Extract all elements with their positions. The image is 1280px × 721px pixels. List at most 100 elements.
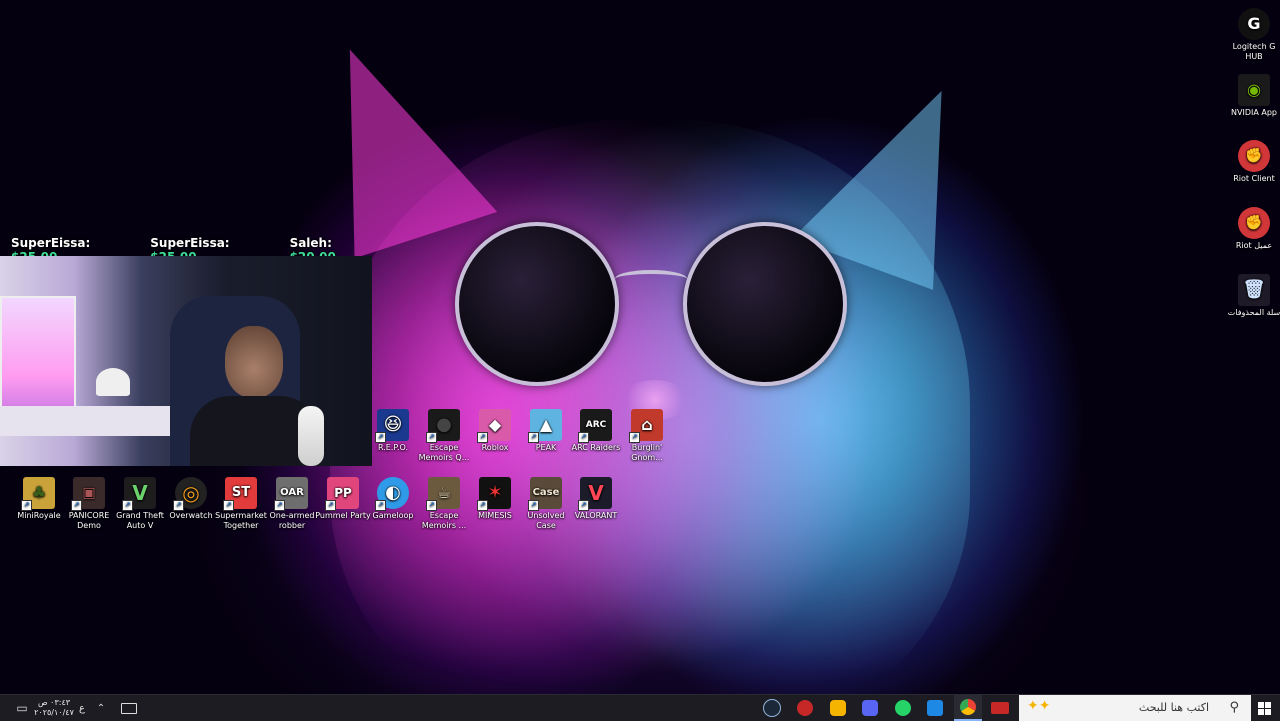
taskbar-search-box[interactable]: ✦✦ اكتب هنا للبحث ⚲: [1019, 695, 1251, 721]
desktop-icon-label: Burglin' Gnom...: [631, 443, 663, 462]
whatsapp-icon: [895, 700, 911, 716]
desktop-icon-label: Riot عميل: [1235, 241, 1273, 250]
sparkle-icon: ✦✦: [1027, 698, 1051, 714]
escape-memoirs-mug-icon: ☕ ↗: [426, 477, 460, 511]
desktop-icon-label: Escape Memoirs Q...: [418, 443, 470, 462]
desktop-icon-logitech-g-hub[interactable]: G Logitech G HUB: [1229, 8, 1279, 62]
desktop-icon-burglin-gnomes[interactable]: ⌂ ↗ Burglin' Gnom...: [622, 409, 672, 463]
desktop-icon-unsolved-case[interactable]: Case ↗ Unsolved Case: [521, 477, 571, 531]
shortcut-arrow-icon: ↗: [223, 500, 234, 511]
clock-date: ٢٠٢٥/١٠/٤٧: [34, 708, 74, 717]
desktop-icon-panicore-demo[interactable]: ▣ ↗ PANICORE Demo: [64, 477, 114, 531]
chrome-icon: [960, 699, 976, 715]
notification-center-button[interactable]: ▭: [12, 695, 32, 721]
shortcut-arrow-icon: ↗: [477, 432, 488, 443]
desktop-icon-label: PANICORE Demo: [68, 511, 110, 530]
supermarket-together-icon: ST ↗: [223, 477, 257, 511]
desktop-icon-gta-v[interactable]: V ↗ Grand Theft Auto V: [115, 477, 165, 531]
arc-raiders-icon: ARC ↗: [578, 409, 612, 443]
desktop-icon-escape-memoirs-q[interactable]: ● ↗ Escape Memoirs Q...: [419, 409, 469, 463]
shortcut-arrow-icon: ↗: [426, 500, 437, 511]
desktop-icon-overwatch[interactable]: ◎ ↗ Overwatch: [166, 477, 216, 521]
taskbar-app-discord-alt[interactable]: [824, 695, 852, 721]
desktop-icon-one-armed-robber[interactable]: OAR ↗ One-armed robber: [267, 477, 317, 531]
keyboard-icon: [121, 702, 137, 714]
escape-memoirs-icon: ● ↗: [426, 409, 460, 443]
taskbar-app-steam[interactable]: [758, 695, 786, 721]
shortcut-arrow-icon: ↗: [173, 500, 184, 511]
touch-keyboard-button[interactable]: [118, 695, 140, 721]
desktop-icon-roblox[interactable]: ◆ ↗ Roblox: [470, 409, 520, 453]
taskbar-app-whatsapp[interactable]: [889, 695, 917, 721]
peak-icon: ▲ ↗: [528, 409, 562, 443]
shortcut-arrow-icon: ↗: [426, 432, 437, 443]
panicore-icon: ▣ ↗: [71, 477, 105, 511]
desktop-icon-label: One-armed robber: [269, 511, 315, 530]
desktop-icon-recycle-bin[interactable]: 🗑 سلة المحذوفات: [1227, 274, 1280, 318]
input-language-button[interactable]: ع: [74, 695, 90, 721]
shortcut-arrow-icon: ↗: [21, 500, 32, 511]
sunglasses-right-lens: [683, 222, 847, 386]
desktop-icon-label: سلة المحذوفات: [1227, 308, 1280, 317]
desktop-icon-riot-client-ar[interactable]: ✊ Riot عميل: [1229, 207, 1279, 251]
taskbar: ▭ ٠٣:٤٣ ص ٢٠٢٥/١٠/٤٧ ع ⌃ ✦✦ اكتب هنا للب…: [0, 694, 1280, 721]
steam-icon: [763, 699, 781, 717]
webcam-desk: [0, 406, 175, 436]
shortcut-arrow-icon: ↗: [375, 500, 386, 511]
shortcut-arrow-icon: ↗: [477, 500, 488, 511]
shortcut-arrow-icon: ↗: [578, 500, 589, 511]
shortcut-arrow-icon: ↗: [528, 432, 539, 443]
notification-icon: ▭: [16, 701, 28, 715]
miniroyale-icon: ♣ ↗: [21, 477, 55, 511]
desktop-icon-mimesis[interactable]: ✶ ↗ MIMESIS: [470, 477, 520, 521]
desktop-icon-nvidia-app[interactable]: ◉ NVIDIA App: [1229, 74, 1279, 118]
one-armed-robber-icon: OAR ↗: [274, 477, 308, 511]
shortcut-arrow-icon: ↗: [375, 432, 386, 443]
desktop-icon-label: Supermarket Together: [215, 511, 267, 530]
desktop-icon-gameloop[interactable]: ◐ ↗ Gameloop: [368, 477, 418, 521]
webcam-cap: [96, 368, 130, 396]
start-button[interactable]: [1252, 695, 1276, 721]
desktop-icon-label: Escape Memoirs ...: [421, 511, 467, 530]
desktop-icon-miniroyale[interactable]: ♣ ↗ MiniRoyale: [14, 477, 64, 521]
desktop-icon-label: VALORANT: [574, 511, 618, 520]
shortcut-arrow-icon: ↗: [629, 432, 640, 443]
taskbar-app-discord[interactable]: [856, 695, 884, 721]
riot-icon: ✊: [1238, 207, 1270, 239]
desktop-icon-label: Logitech G HUB: [1232, 42, 1276, 61]
search-placeholder: اكتب هنا للبحث: [1138, 701, 1209, 714]
desktop-icon-label: NVIDIA App: [1231, 108, 1277, 117]
unsolved-case-icon: Case ↗: [528, 477, 562, 511]
desktop-icon-label: ARC Raiders: [571, 443, 621, 452]
desktop-icon-label: R.E.P.O.: [377, 443, 409, 452]
desktop-icon-valorant[interactable]: V ↗ VALORANT: [571, 477, 621, 521]
desktop-icon-label: MiniRoyale: [17, 511, 61, 520]
desktop-icon-peak[interactable]: ▲ ↗ PEAK: [521, 409, 571, 453]
desktop-icon-label: Riot Client: [1233, 174, 1275, 183]
desktop-icon-pummel-party[interactable]: PP ↗ Pummel Party: [315, 477, 371, 521]
desktop-icon-arc-raiders[interactable]: ARC ↗ ARC Raiders: [571, 409, 621, 453]
mail-icon: [927, 700, 943, 716]
taskbar-app-mail[interactable]: [921, 695, 949, 721]
riot-icon: ✊: [1238, 140, 1270, 172]
desktop-icon-supermarket-together[interactable]: ST ↗ Supermarket Together: [215, 477, 267, 531]
obs-icon: [797, 700, 813, 716]
taskbar-app-chrome[interactable]: [954, 695, 982, 721]
burglin-gnomes-icon: ⌂ ↗: [629, 409, 663, 443]
taskbar-app-obs[interactable]: [791, 695, 819, 721]
pummel-party-icon: PP ↗: [325, 477, 359, 511]
discord-yellow-icon: [830, 700, 846, 716]
donation-ticker: SuperEissa: $25.00 SuperEissa: $25.00 Sa…: [0, 236, 372, 264]
show-hidden-icons-button[interactable]: ⌃: [92, 695, 110, 721]
donation-item: Saleh: $20.00: [289, 236, 336, 264]
taskbar-app-media[interactable]: [986, 695, 1014, 721]
windows-logo-icon: [1257, 701, 1271, 715]
sunglasses-bridge: [615, 270, 687, 288]
donation-item: SuperEissa: $25.00: [150, 236, 230, 264]
desktop-icon-riot-client[interactable]: ✊ Riot Client: [1229, 140, 1279, 184]
repo-icon: 😆 ↗: [375, 409, 409, 443]
overwatch-icon: ◎ ↗: [173, 477, 207, 511]
desktop-icon-escape-memoirs[interactable]: ☕ ↗ Escape Memoirs ...: [419, 477, 469, 531]
desktop-icon-repo[interactable]: 😆 ↗ R.E.P.O.: [368, 409, 418, 453]
clock[interactable]: ٠٣:٤٣ ص ٢٠٢٥/١٠/٤٧: [34, 695, 74, 721]
